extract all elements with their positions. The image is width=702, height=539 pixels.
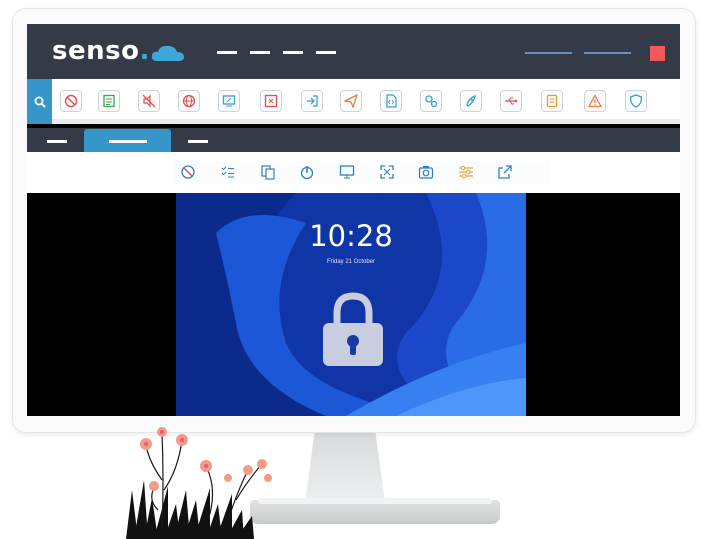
warning-button[interactable]	[584, 90, 606, 112]
usb-icon	[505, 97, 518, 105]
lock-screen: 10:28 Friday 21 October	[176, 193, 526, 416]
copy-icon[interactable]	[260, 164, 276, 180]
block-icon	[64, 94, 78, 108]
monitor-stand-neck	[305, 432, 385, 502]
code-file-button[interactable]	[380, 90, 402, 112]
search-button[interactable]	[27, 79, 52, 124]
globe-icon	[182, 94, 196, 108]
stage: senso. 10:28 Friday 21 October	[0, 0, 702, 539]
rocket-button[interactable]	[460, 90, 482, 112]
document-icon	[546, 94, 558, 108]
close-window-button[interactable]	[260, 90, 282, 112]
camera-icon[interactable]	[418, 164, 434, 180]
block-button[interactable]	[60, 90, 82, 112]
screen-share-button[interactable]	[218, 90, 240, 112]
viewer-action-bar	[27, 152, 680, 193]
code-file-icon	[386, 94, 397, 108]
send-button[interactable]	[340, 90, 362, 112]
tab-2-active[interactable]	[84, 129, 171, 152]
cloud-icon	[151, 45, 184, 61]
header-links	[525, 52, 631, 54]
disable-icon[interactable]	[180, 164, 196, 180]
header-link-2[interactable]	[584, 52, 631, 54]
remote-screen-viewer[interactable]: 10:28 Friday 21 October	[27, 193, 680, 416]
login-icon	[307, 95, 318, 107]
settings-icon	[425, 95, 438, 108]
shield-icon	[629, 94, 643, 108]
screen-share-icon	[222, 95, 236, 107]
power-icon[interactable]	[299, 164, 315, 180]
senso-logo: senso.	[52, 36, 150, 66]
nav-item-4[interactable]	[316, 51, 336, 54]
settings-button[interactable]	[420, 90, 442, 112]
main-nav	[217, 51, 336, 54]
warning-icon	[588, 94, 602, 108]
usb-button[interactable]	[500, 90, 522, 112]
logo-text: senso	[52, 36, 140, 66]
shield-button[interactable]	[625, 90, 647, 112]
logo-dot: .	[139, 36, 150, 66]
lock-time: 10:28	[309, 219, 393, 253]
search-icon	[34, 96, 46, 108]
rocket-icon	[466, 94, 476, 107]
nav-item-3[interactable]	[283, 51, 303, 54]
app-screen: senso. 10:28 Friday 21 October	[27, 24, 680, 416]
checklist-button[interactable]	[98, 90, 120, 112]
document-button[interactable]	[541, 90, 563, 112]
monitor-icon[interactable]	[339, 164, 355, 180]
mute-icon	[142, 94, 156, 108]
flower-decoration	[126, 427, 272, 539]
close-window-icon	[264, 94, 278, 108]
mute-button[interactable]	[138, 90, 160, 112]
monitor-stand-top	[258, 498, 492, 504]
login-button[interactable]	[301, 90, 323, 112]
nav-item-2[interactable]	[250, 51, 270, 54]
close-button[interactable]	[650, 46, 665, 61]
command-toolbar	[27, 79, 680, 124]
nav-item-1[interactable]	[217, 51, 237, 54]
header-link-1[interactable]	[525, 52, 572, 54]
sliders-icon[interactable]	[458, 164, 474, 180]
task-list-icon[interactable]	[220, 164, 236, 180]
tab-bar	[27, 128, 680, 152]
app-header: senso.	[27, 24, 680, 79]
share-icon[interactable]	[497, 164, 513, 180]
checklist-icon	[103, 94, 115, 108]
send-icon	[344, 94, 358, 108]
fullscreen-icon[interactable]	[379, 164, 395, 180]
tab-1[interactable]	[47, 140, 67, 143]
globe-button[interactable]	[178, 90, 200, 112]
lock-icon	[323, 292, 383, 366]
tab-3[interactable]	[188, 140, 208, 143]
lock-date: Friday 21 October	[326, 259, 376, 265]
